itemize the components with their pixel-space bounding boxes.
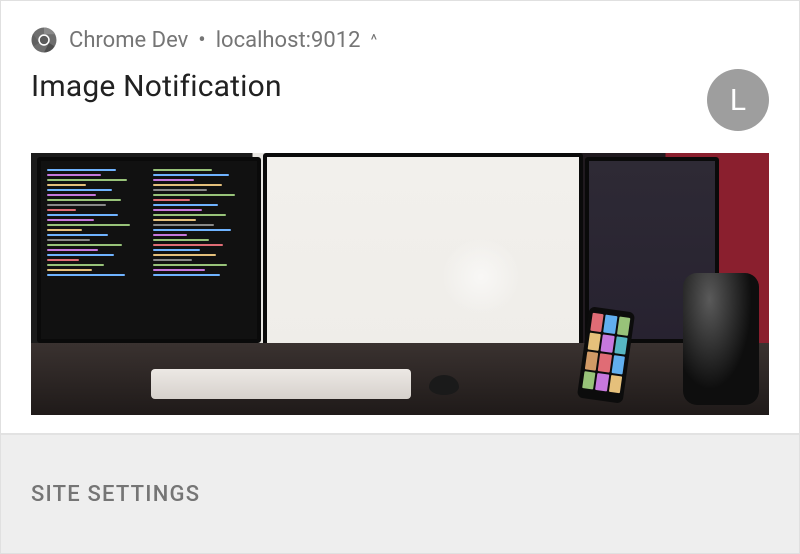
mouse [429,375,459,395]
chrome-dev-icon [31,27,57,53]
avatar-initial: L [730,83,746,118]
notification-actions: SITE SETTINGS [1,433,799,553]
avatar: L [707,69,769,131]
collapse-caret-icon[interactable]: ^ [370,30,377,49]
site-settings-button[interactable]: SITE SETTINGS [31,482,200,507]
app-name: Chrome Dev [69,28,188,53]
notification-header[interactable]: Chrome Dev • localhost:9012 ^ [1,1,799,59]
notification-title: Image Notification [31,69,282,104]
notification-big-image [31,153,769,415]
monitor-center [263,153,583,353]
notification-body: Image Notification L [1,59,799,153]
notification-card: Chrome Dev • localhost:9012 ^ Image Noti… [1,1,799,553]
mac-pro-cylinder [683,273,759,405]
notification-source: Chrome Dev • localhost:9012 ^ [69,28,769,53]
monitor-left [37,157,261,343]
separator-dot: • [198,28,205,53]
origin-host: localhost:9012 [216,28,361,53]
keyboard [151,369,411,399]
